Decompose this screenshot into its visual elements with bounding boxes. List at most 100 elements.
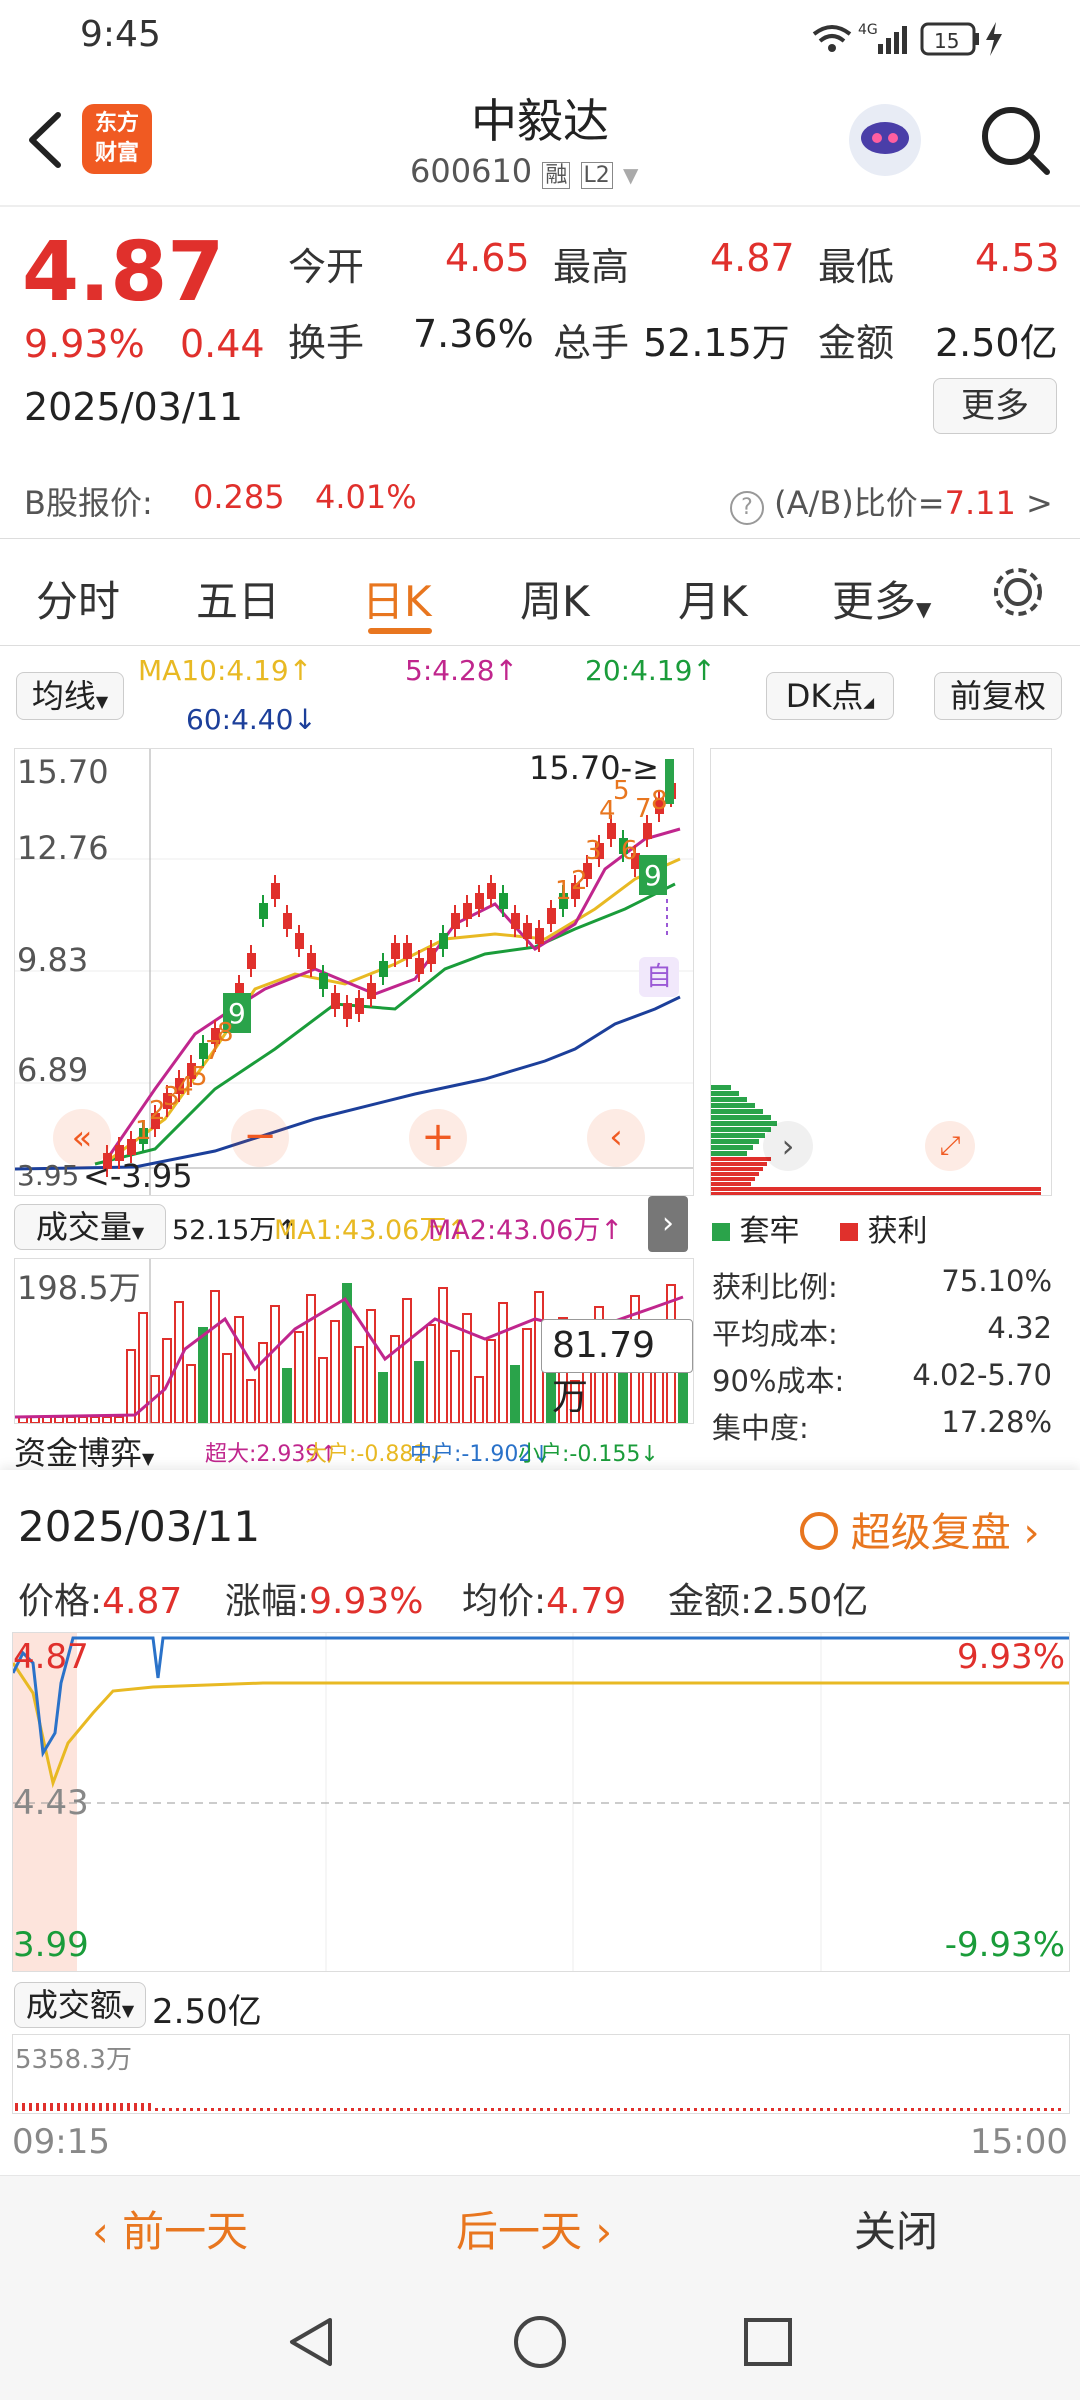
y-axis-label-2: 12.76	[17, 829, 109, 867]
chip-bar-profit	[711, 1157, 771, 1161]
amount-bar	[316, 2108, 319, 2111]
amount-bar	[71, 2103, 74, 2111]
amount-bar	[743, 2108, 746, 2111]
amount-bar	[449, 2108, 452, 2111]
ab-ratio[interactable]: ? (A/B)比价=7.11 >	[730, 478, 1053, 525]
intraday-amount-chart[interactable]: 5358.3万	[12, 2034, 1070, 2114]
ma10-label: MA10:4.19↑	[138, 654, 313, 687]
amount-selector[interactable]: 成交额▼	[14, 1982, 146, 2028]
amount-bar	[750, 2108, 753, 2111]
open-label: 今开	[288, 245, 365, 289]
amount-bar	[22, 2103, 25, 2111]
amount-bar	[1023, 2108, 1026, 2111]
fast-back-button[interactable]: «	[53, 1109, 111, 1167]
amount-bar	[659, 2108, 662, 2111]
ma-selector[interactable]: 均线▼	[16, 672, 124, 720]
amount-bar	[484, 2108, 487, 2111]
amount-bar	[827, 2108, 830, 2111]
kline-chart[interactable]: 9 9 1 2 3 4 5 7 8 1 2 3 4 5 6 7 8 15.70 …	[14, 748, 694, 1196]
svg-text:4G: 4G	[858, 22, 878, 38]
dk-point-button[interactable]: DK点◢	[766, 672, 894, 720]
settings-gear-icon[interactable]	[988, 562, 1048, 622]
amount-bar	[771, 2108, 774, 2111]
tab-intraday[interactable]: 分时	[36, 568, 120, 629]
volume-bar	[234, 1316, 244, 1424]
tab-weekly-k[interactable]: 周K	[520, 568, 590, 629]
volume-bar	[306, 1294, 316, 1424]
nav-home-icon[interactable]	[510, 2312, 570, 2372]
volume-bar	[78, 1416, 88, 1424]
amount-bar	[267, 2108, 270, 2111]
turnover-value: 7.36%	[413, 312, 534, 356]
volume-selector[interactable]: 成交量▼	[14, 1204, 166, 1250]
amount-bar	[904, 2108, 907, 2111]
super-replay-link[interactable]: 超级复盘 ›	[800, 1500, 1039, 1558]
prev-day-button[interactable]: ‹ 前一天	[92, 2198, 248, 2259]
candle-body	[367, 983, 376, 999]
amount-bar	[211, 2108, 214, 2111]
stock-code-row[interactable]: 600610 融 L2 ▼	[410, 152, 690, 190]
next-day-button[interactable]: 后一天 ›	[456, 2198, 612, 2259]
search-icon[interactable]	[975, 100, 1055, 180]
candle-body	[499, 893, 508, 909]
replay-avg: 均价:4.79	[462, 1581, 627, 1622]
volume-bar	[606, 1369, 616, 1424]
capital-selector[interactable]: 资金博弈▼	[14, 1428, 154, 1474]
rong-badge: 融	[542, 162, 571, 189]
history-clock-icon	[800, 1512, 838, 1550]
time-end: 15:00	[970, 2122, 1068, 2162]
nav-back-icon[interactable]	[282, 2312, 342, 2372]
zoom-out-button[interactable]: −	[231, 1109, 289, 1167]
chip-legend-trapped: 套牢	[712, 1206, 800, 1250]
robot-avatar-icon[interactable]	[840, 100, 930, 180]
stock-title: 中毅达	[471, 94, 609, 148]
volume-chart[interactable]: 198.5万 81.79万	[14, 1258, 694, 1424]
chevron-left-icon	[29, 112, 61, 168]
volume-bar	[102, 1416, 112, 1424]
tab-five-day[interactable]: 五日	[196, 568, 280, 629]
adjust-button[interactable]: 前复权	[934, 672, 1062, 720]
candle-body	[295, 933, 304, 949]
dropdown-triangle-icon: ▼	[622, 163, 639, 187]
amount-max-label: 5358.3万	[15, 2045, 132, 2075]
quote-date: 2025/03/11	[24, 385, 244, 429]
replay-price: 价格:4.87	[18, 1581, 183, 1622]
amount-bar	[456, 2108, 459, 2111]
zoom-in-button[interactable]: +	[409, 1109, 467, 1167]
candle-body	[523, 923, 532, 939]
brand-logo[interactable]: 东方 财富	[82, 104, 152, 174]
auto-badge[interactable]: 自	[639, 957, 679, 997]
amount-bar	[883, 2108, 886, 2111]
expand-icon[interactable]: ⤢	[925, 1121, 975, 1171]
amount-bar	[638, 2108, 641, 2111]
amount-bar	[729, 2108, 732, 2111]
chip-distribution[interactable]: › ⤢	[710, 748, 1052, 1196]
amount-bar	[1009, 2108, 1012, 2111]
chip-next-button[interactable]: ›	[763, 1121, 813, 1171]
nav-recent-icon[interactable]	[738, 2312, 798, 2372]
amount-bar	[715, 2108, 718, 2111]
tab-more[interactable]: 更多▼	[832, 568, 931, 629]
chip-bar-profit	[711, 1187, 1041, 1191]
amount-bar	[673, 2108, 676, 2111]
step-back-button[interactable]: ‹	[587, 1109, 645, 1167]
close-button[interactable]: 关闭	[854, 2198, 938, 2259]
chip-bar-trapped	[711, 1151, 747, 1156]
candle-body	[379, 961, 388, 977]
amount-bar	[575, 2108, 578, 2111]
more-button[interactable]: 更多	[933, 378, 1057, 434]
intraday-y-top: 4.87	[13, 1637, 89, 1677]
amount-bar	[169, 2108, 172, 2111]
indicator-switch-button[interactable]: ›	[648, 1196, 688, 1252]
candle-body	[427, 948, 436, 964]
amount-bar	[925, 2108, 928, 2111]
amount-bar	[470, 2108, 473, 2111]
amount-bar	[57, 2103, 60, 2111]
intraday-chart[interactable]: 4.87 4.43 3.99 9.93% -9.93%	[11, 1632, 1070, 1972]
back-button[interactable]	[20, 105, 70, 175]
tab-daily-k[interactable]: 日K	[362, 568, 432, 629]
amount-bar	[1044, 2108, 1047, 2111]
high-value: 4.87	[710, 236, 795, 280]
tab-monthly-k[interactable]: 月K	[678, 568, 748, 629]
intraday-pct-bottom: -9.93%	[944, 1925, 1065, 1965]
